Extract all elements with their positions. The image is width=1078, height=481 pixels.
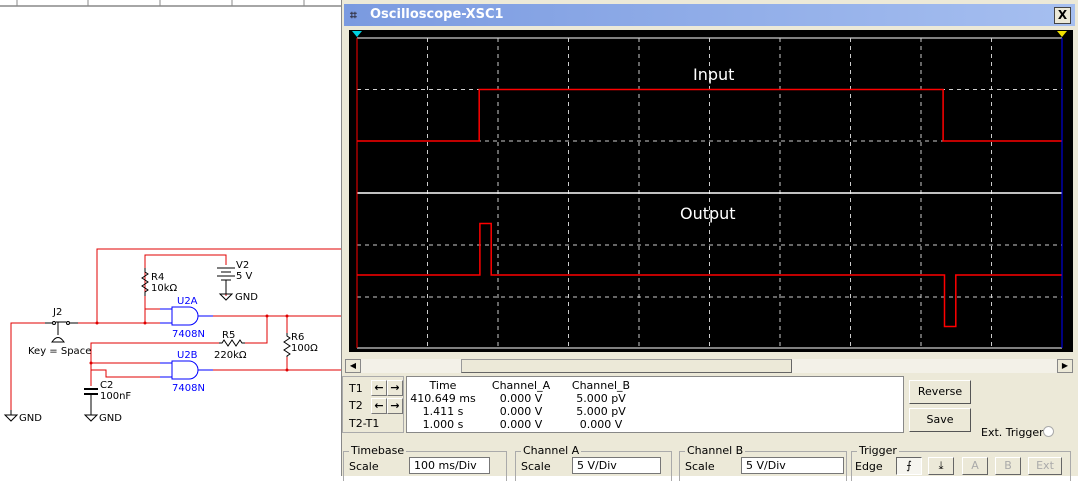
ext-trigger-radio[interactable] — [1043, 426, 1054, 437]
save-button[interactable]: Save — [909, 408, 971, 432]
t2-left-arrow-icon[interactable]: ← — [371, 398, 387, 414]
scroll-right-icon[interactable]: ▶ — [1057, 359, 1073, 373]
annotation-input: Input — [693, 65, 734, 84]
gnd-label: GND — [235, 292, 258, 303]
j2-ref: J2 — [52, 307, 62, 318]
gnd-label: GND — [19, 413, 42, 424]
timebase-scale-label: Scale — [349, 460, 379, 473]
diff-time: 1.000 s — [422, 418, 464, 431]
channel-a-scale-input[interactable]: 5 V/Div — [572, 457, 661, 474]
trigger-b-button[interactable]: B — [995, 457, 1021, 475]
diff-channel-b: 0.000 V — [579, 418, 623, 431]
ruler — [0, 0, 344, 476]
u2a-part: 7408N — [172, 329, 205, 340]
r5-value: 220kΩ — [214, 350, 247, 361]
channel-a-scale-label: Scale — [521, 460, 551, 473]
u2a-ref: U2A — [177, 296, 198, 307]
t1-left-arrow-icon[interactable]: ← — [371, 380, 387, 396]
battery-v2[interactable] — [217, 267, 235, 288]
scroll-left-icon[interactable]: ◀ — [345, 359, 361, 373]
j2-key-label: Key = Space — [28, 346, 91, 357]
oscilloscope-icon: ⌗ — [350, 8, 357, 22]
c2-value: 100nF — [100, 391, 131, 402]
horizontal-scrollbar[interactable]: ◀ ▶ — [345, 359, 1073, 373]
c2-ref: C2 — [100, 380, 113, 391]
cursor-controls: T1 T2 T2-T1 ← → ← → — [342, 376, 404, 433]
channel-b-scale-label: Scale — [685, 460, 715, 473]
capacitor-c2[interactable] — [84, 388, 98, 410]
t2-channel-a: 0.000 V — [499, 405, 543, 418]
header-channel-b: Channel_B — [571, 379, 631, 392]
u2b-part: 7408N — [172, 383, 205, 394]
r6-ref: R6 — [291, 332, 304, 343]
and-gate-u2a[interactable] — [160, 306, 213, 326]
r5-ref: R5 — [222, 330, 235, 341]
ext-trigger-label: Ext. Trigger — [981, 426, 1044, 439]
channel-b-label: Channel B — [685, 444, 746, 457]
resistor-r6[interactable] — [283, 333, 291, 357]
timebase-label: Timebase — [349, 444, 407, 457]
t2-label: T2 — [349, 399, 363, 412]
header-channel-a: Channel_A — [491, 379, 551, 392]
t2-channel-b: 5.000 pV — [576, 405, 626, 418]
trigger-a-button[interactable]: A — [962, 457, 988, 475]
gnd-label: GND — [99, 413, 122, 424]
channel-a-label: Channel A — [521, 444, 582, 457]
r6-value: 100Ω — [291, 343, 318, 354]
and-gate-u2b[interactable] — [160, 360, 213, 380]
t1-channel-a: 0.000 V — [499, 392, 543, 405]
t2-t1-label: T2-T1 — [349, 417, 380, 430]
v2-value: 5 V — [236, 271, 253, 282]
reverse-button[interactable]: Reverse — [909, 380, 971, 404]
trigger-ext-button[interactable]: Ext — [1028, 457, 1062, 475]
close-button[interactable]: X — [1054, 7, 1071, 24]
t1-label: T1 — [349, 382, 363, 395]
channel-b-group: Channel B Scale 5 V/Div — [679, 444, 847, 481]
diff-channel-a: 0.000 V — [499, 418, 543, 431]
scroll-thumb[interactable] — [461, 359, 792, 373]
channel-a-group: Channel A Scale 5 V/Div — [515, 444, 672, 481]
cursor-t1-handle-icon[interactable] — [352, 31, 362, 37]
t1-channel-b: 5.000 pV — [576, 392, 626, 405]
cursor-t2-handle-icon[interactable] — [1057, 31, 1067, 37]
v2-ref: V2 — [236, 260, 249, 271]
t1-time: 410.649 ms — [410, 392, 476, 405]
rising-edge-button[interactable]: ⨍ — [896, 457, 922, 475]
r4-ref: R4 — [151, 272, 164, 283]
trigger-label: Trigger — [857, 444, 899, 457]
window-title: Oscilloscope-XSC1 — [370, 7, 504, 22]
trigger-edge-label: Edge — [855, 460, 883, 473]
timebase-scale-input[interactable]: 100 ms/Div — [409, 457, 490, 474]
falling-edge-button[interactable]: ⤓ — [928, 457, 954, 475]
timebase-group: Timebase Scale 100 ms/Div — [343, 444, 507, 481]
r4-value: 10kΩ — [151, 283, 178, 294]
schematic-canvas: J2 Key = Space V2 5 V GND GND GND R4 10k… — [0, 0, 345, 476]
title-bar[interactable]: ⌗ Oscilloscope-XSC1 X — [344, 4, 1075, 26]
t2-time: 1.411 s — [422, 405, 464, 418]
channel-b-scale-input[interactable]: 5 V/Div — [741, 457, 844, 474]
trigger-group: Trigger Edge ⨍ ⤓ A B Ext — [851, 444, 1071, 481]
u2b-ref: U2B — [177, 350, 198, 361]
switch-j2[interactable] — [45, 321, 78, 343]
header-time: Time — [429, 379, 457, 392]
annotation-output: Output — [680, 204, 736, 223]
cursor-readout: Time Channel_A Channel_B 410.649 ms 0.00… — [406, 376, 904, 433]
scope-display: Input Output — [349, 30, 1073, 352]
